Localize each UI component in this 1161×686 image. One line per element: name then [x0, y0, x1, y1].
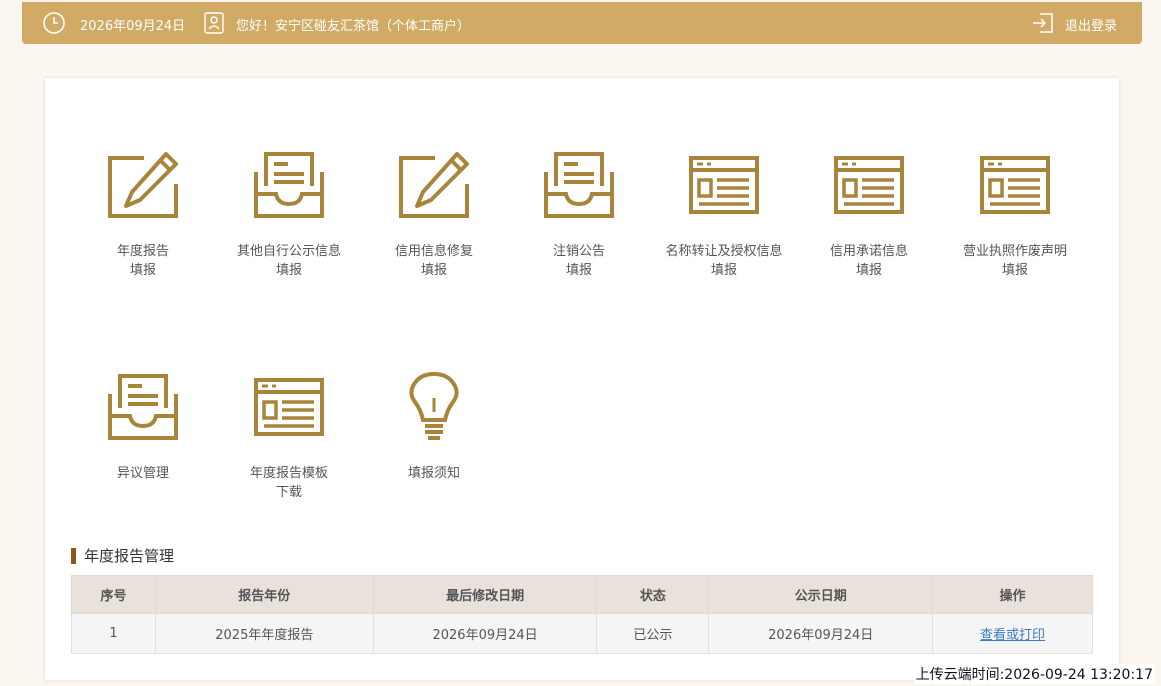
lightbulb-icon	[364, 372, 504, 442]
table-cell: 2026年09月24日	[708, 613, 934, 654]
table-cell: 1	[71, 613, 156, 654]
tile-browser-window-8[interactable]: 年度报告模板 下载	[219, 372, 359, 502]
current-date: 2026年09月24日	[80, 19, 186, 34]
section-title: 年度报告管理	[71, 548, 174, 564]
tile-label: 异议管理	[116, 466, 169, 481]
table-cell: 已公示	[596, 613, 710, 654]
pencil-edit-icon	[364, 150, 504, 220]
browser-window-icon	[654, 150, 794, 220]
tile-label: 年度报告 填报	[116, 244, 169, 278]
tile-inbox-tray-3[interactable]: 注销公告 填报	[509, 150, 649, 280]
main-card: 年度报告 填报 其他自行公示信息 填报 信用信息修复 填报 注销公告 填报 名称转让及授…	[45, 78, 1119, 680]
browser-window-icon	[799, 150, 939, 220]
tile-pencil-edit-2[interactable]: 信用信息修复 填报	[364, 150, 504, 280]
column-header: 最后修改日期	[372, 575, 598, 614]
tile-label: 名称转让及授权信息 填报	[665, 244, 783, 278]
tile-browser-window-5[interactable]: 信用承诺信息 填报	[799, 150, 939, 280]
pencil-edit-icon	[73, 150, 213, 220]
tile-inbox-tray-1[interactable]: 其他自行公示信息 填报	[219, 150, 359, 280]
tile-label: 信用信息修复 填报	[394, 244, 473, 278]
tile-label: 信用承诺信息 填报	[829, 244, 908, 278]
tile-pencil-edit-0[interactable]: 年度报告 填报	[73, 150, 213, 280]
tile-label: 其他自行公示信息 填报	[236, 244, 341, 278]
tile-inbox-tray-7[interactable]: 异议管理	[73, 372, 213, 483]
inbox-tray-icon	[219, 150, 359, 220]
view-print-link[interactable]: 查看或打印	[980, 628, 1045, 643]
column-header: 操作	[932, 575, 1093, 614]
upload-time: 上传云端时间:2026-09-24 13:20:17	[913, 664, 1155, 684]
table-cell: 2025年年度报告	[154, 613, 374, 654]
logout-button[interactable]: 退出登录	[1065, 15, 1117, 34]
column-header: 状态	[596, 575, 710, 614]
browser-window-icon	[219, 372, 359, 442]
annual-report-table: 序号 报告年份 最后修改日期 状态 公示日期 操作 1 2025年年度报告 2026年09月2…	[71, 575, 1093, 654]
inbox-tray-icon	[509, 150, 649, 220]
tile-lightbulb-9[interactable]: 填报须知	[364, 372, 504, 483]
column-header: 公示日期	[708, 575, 934, 614]
logout-icon[interactable]	[1032, 12, 1054, 34]
inbox-tray-icon	[73, 372, 213, 442]
tile-label: 营业执照作废声明 填报	[962, 244, 1067, 278]
tile-label: 年度报告模板 下载	[249, 466, 328, 500]
clock-icon	[43, 12, 65, 34]
column-header: 序号	[71, 575, 156, 614]
tile-browser-window-4[interactable]: 名称转让及授权信息 填报	[654, 150, 794, 280]
tile-label: 填报须知	[407, 466, 460, 481]
top-bar: 2026年09月24日 您好！安宁区碰友汇茶馆（个体工商户） 退出登录	[22, 2, 1142, 44]
table-row: 1 2025年年度报告 2026年09月24日 已公示 2026年09月24日 查看或打印	[71, 613, 1093, 654]
table-cell: 查看或打印	[932, 613, 1093, 654]
greeting-text: 您好！安宁区碰友汇茶馆（个体工商户）	[236, 19, 471, 34]
table-cell: 2026年09月24日	[372, 613, 598, 654]
column-header: 报告年份	[154, 575, 374, 614]
tile-label: 注销公告 填报	[552, 244, 605, 278]
browser-window-icon	[945, 150, 1085, 220]
user-card-icon	[204, 12, 224, 34]
tile-browser-window-6[interactable]: 营业执照作废声明 填报	[945, 150, 1085, 280]
